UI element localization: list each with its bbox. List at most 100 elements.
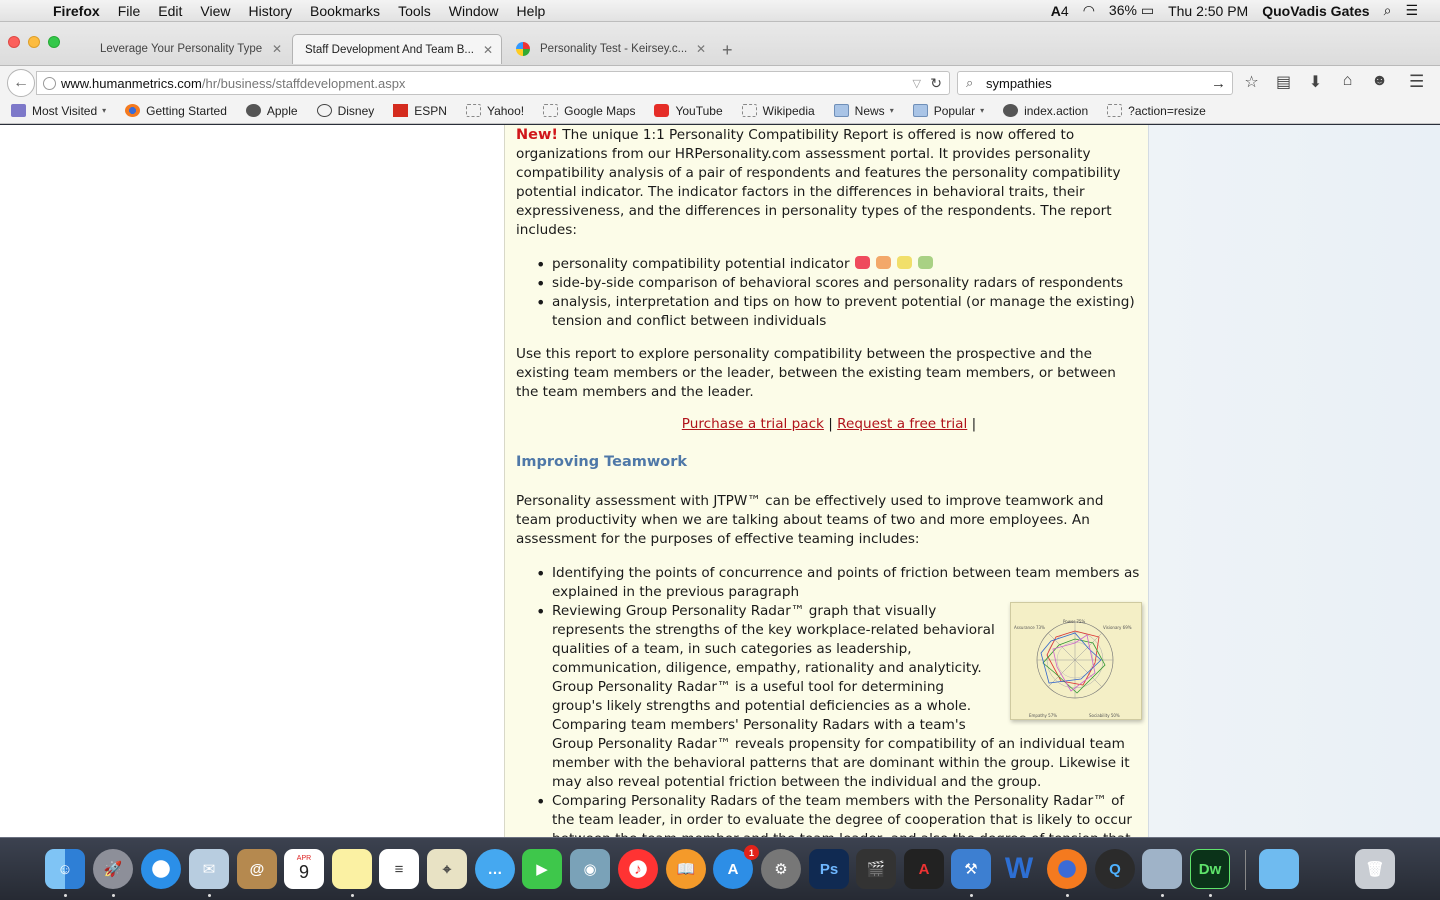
request-free-trial-link[interactable]: Request a free trial: [837, 416, 967, 432]
menu-view[interactable]: View: [191, 3, 239, 19]
downloads-stack-icon[interactable]: [1318, 849, 1346, 889]
system-preferences-icon[interactable]: ⚙: [761, 849, 801, 889]
photoshop-icon[interactable]: Ps: [809, 849, 849, 889]
applications-folder-icon[interactable]: [1259, 849, 1299, 889]
list-item: Power 75% Visionary 69% Assurance 73% Em…: [516, 602, 1142, 792]
notification-center-icon[interactable]: ☰: [1405, 2, 1418, 19]
user-name[interactable]: QuoVadis Gates: [1262, 3, 1369, 19]
hamburger-menu-icon[interactable]: ☰: [1409, 72, 1424, 92]
search-icon: ⌕: [966, 75, 974, 90]
tab-staff-development[interactable]: Staff Development And Team B... ✕: [292, 34, 502, 64]
url-bar[interactable]: www.humanmetrics.com/hr/business/staffde…: [36, 71, 950, 95]
bookmark-getting-started[interactable]: Getting Started: [125, 104, 227, 118]
final-cut-icon[interactable]: 🎬: [856, 849, 896, 889]
bookmark-yahoo[interactable]: Yahoo!: [465, 104, 524, 118]
home-icon[interactable]: ⌂: [1338, 72, 1357, 92]
bookmark-google-maps[interactable]: Google Maps: [543, 104, 635, 118]
menu-app-name[interactable]: Firefox: [44, 3, 109, 19]
spotlight-search-icon[interactable]: ⌕: [1384, 2, 1392, 19]
safari-icon[interactable]: [141, 849, 181, 889]
app-store-icon[interactable]: A1: [713, 845, 759, 889]
apple-icon: [245, 104, 261, 117]
zoom-window-button[interactable]: [48, 36, 60, 48]
reload-icon[interactable]: ↻: [930, 75, 942, 92]
menu-window[interactable]: Window: [440, 3, 508, 19]
chevron-down-icon: ▾: [980, 106, 985, 115]
group-personality-radar-image[interactable]: Power 75% Visionary 69% Assurance 73% Em…: [1010, 602, 1142, 720]
menu-tools[interactable]: Tools: [389, 3, 440, 19]
close-tab-icon[interactable]: ✕: [483, 43, 493, 57]
new-tab-plus-icon[interactable]: +: [722, 40, 733, 61]
trash-icon[interactable]: 🗑: [1355, 849, 1395, 889]
preview-icon[interactable]: [1142, 849, 1182, 889]
calendar-icon[interactable]: APR 9: [284, 849, 324, 889]
maps-icon[interactable]: ⌖: [427, 849, 467, 889]
bookmark-action-resize[interactable]: ?action=resize: [1107, 104, 1206, 118]
url-history-dropdown-icon[interactable]: ▽: [913, 77, 921, 90]
menu-help[interactable]: Help: [508, 3, 555, 19]
purchase-trial-link[interactable]: Purchase a trial pack: [682, 416, 824, 432]
radar-label: Power 75%: [1063, 619, 1086, 624]
bookmark-popular-folder[interactable]: Popular ▾: [912, 104, 985, 118]
globe-icon[interactable]: [43, 76, 56, 90]
dreamweaver-icon[interactable]: Dw: [1190, 849, 1230, 889]
indicator-orange-dot: [875, 256, 891, 269]
menu-edit[interactable]: Edit: [149, 3, 191, 19]
clock[interactable]: Thu 2:50 PM: [1168, 3, 1248, 19]
running-indicator: [112, 894, 115, 897]
download-arrow-icon[interactable]: ⬇: [1306, 72, 1325, 92]
list-item: side-by-side comparison of behavioral sc…: [516, 274, 1142, 293]
bookmark-star-icon[interactable]: ☆: [1242, 72, 1261, 92]
wifi-icon[interactable]: ◠: [1083, 2, 1095, 19]
finder-icon[interactable]: ☺: [45, 849, 85, 889]
word-icon[interactable]: W: [999, 849, 1039, 889]
quicktime-icon[interactable]: Q: [1095, 849, 1135, 889]
bookmark-label: Apple: [266, 103, 298, 118]
tab-keirsey[interactable]: Personality Test - Keirsey.c... ✕: [504, 34, 714, 64]
facetime-icon[interactable]: ▶: [522, 849, 562, 889]
close-tab-icon[interactable]: ✕: [696, 42, 706, 56]
battery-status[interactable]: 36% ▭: [1109, 2, 1154, 19]
menu-history[interactable]: History: [239, 3, 301, 19]
running-indicator: [1209, 894, 1212, 897]
calendar-month: APR: [296, 855, 312, 862]
tab-leverage-personality[interactable]: Leverage Your Personality Type ✕: [88, 34, 290, 64]
messages-icon[interactable]: …: [475, 849, 515, 889]
menu-bookmarks[interactable]: Bookmarks: [301, 3, 389, 19]
minimize-window-button[interactable]: [28, 36, 40, 48]
xcode-icon[interactable]: ⚒: [951, 849, 991, 889]
close-tab-icon[interactable]: ✕: [272, 42, 282, 56]
mail-icon[interactable]: ✉: [189, 849, 229, 889]
macos-dock: ☺ 🚀 ✉ @ APR 9 ≡ ⌖ … ▶ ◉ ♪ 📖 A1 ⚙ Ps 🎬 A ⚒…: [0, 837, 1440, 900]
bookmark-espn[interactable]: ESPN: [393, 104, 447, 118]
acrobat-icon[interactable]: A: [904, 849, 944, 889]
bookmark-youtube[interactable]: YouTube: [654, 104, 723, 118]
contacts-icon[interactable]: @: [237, 849, 277, 889]
bookmark-disney[interactable]: Disney: [316, 104, 374, 118]
bookmark-news-folder[interactable]: News ▾: [833, 104, 894, 118]
bookmark-wikipedia[interactable]: Wikipedia: [741, 104, 815, 118]
search-go-arrow-icon[interactable]: →: [1211, 75, 1226, 92]
reminders-icon[interactable]: ≡: [379, 849, 419, 889]
ibooks-icon[interactable]: 📖: [666, 849, 706, 889]
page-viewport[interactable]: New! The unique 1:1 Personality Compatib…: [0, 125, 1440, 837]
firefox-dock-icon[interactable]: [1047, 849, 1087, 889]
search-box[interactable]: ⌕ sympathies →: [957, 71, 1233, 95]
menu-file[interactable]: File: [109, 3, 150, 19]
bookmark-apple[interactable]: Apple: [245, 103, 298, 118]
running-indicator: [1161, 894, 1164, 897]
chevron-down-icon: ▾: [102, 106, 107, 115]
photo-booth-icon[interactable]: ◉: [570, 849, 610, 889]
tab-bar: Leverage Your Personality Type ✕ Staff D…: [0, 22, 1440, 66]
bookmark-most-visited[interactable]: Most Visited ▾: [11, 104, 106, 118]
itunes-icon[interactable]: ♪: [618, 849, 658, 889]
adobe-status-icon[interactable]: A4: [1051, 3, 1069, 19]
back-arrow-icon[interactable]: ←: [7, 69, 35, 97]
launchpad-icon[interactable]: 🚀: [93, 849, 133, 889]
reading-list-icon[interactable]: ▤: [1274, 72, 1293, 92]
bookmark-index-action[interactable]: index.action: [1003, 104, 1088, 118]
bookmarks-toolbar: Most Visited ▾ Getting Started Apple Disn…: [0, 98, 1440, 124]
chat-icon[interactable]: ☻: [1370, 72, 1389, 92]
close-window-button[interactable]: [8, 36, 20, 48]
notes-icon[interactable]: [332, 849, 372, 889]
